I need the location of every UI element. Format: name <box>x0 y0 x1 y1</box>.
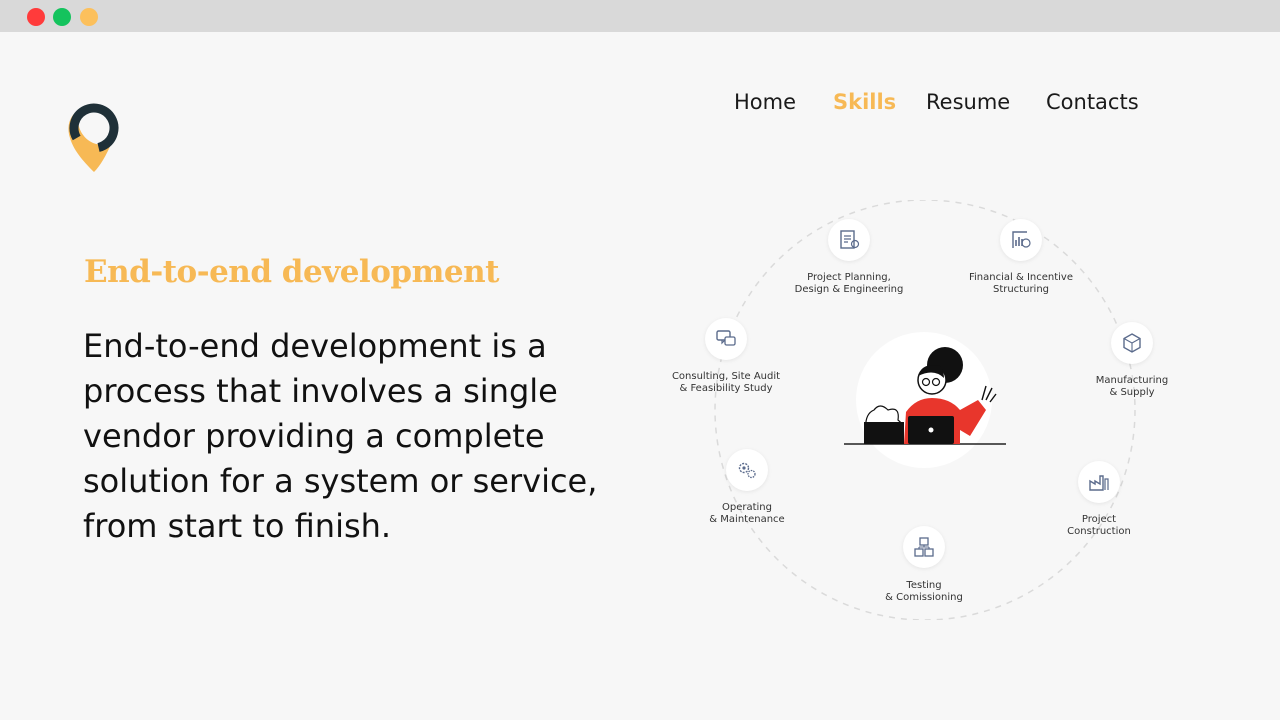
cube-network-icon <box>1111 322 1153 364</box>
person-with-laptop-illustration <box>844 332 1006 468</box>
nav-home[interactable]: Home <box>734 90 796 114</box>
section-description: End-to-end development is a process that… <box>83 327 598 545</box>
minimize-window-button[interactable] <box>80 8 98 26</box>
chat-icon <box>705 318 747 360</box>
section-heading: End-to-end development <box>84 254 499 290</box>
gears-icon <box>726 449 768 491</box>
maximize-window-button[interactable] <box>53 8 71 26</box>
finance-chart-icon <box>1000 219 1042 261</box>
node-label-operating: Operating & Maintenance <box>709 502 785 525</box>
close-window-button[interactable] <box>27 8 45 26</box>
node-label-construction: Project Construction <box>1067 514 1131 537</box>
nav-contacts[interactable]: Contacts <box>1046 90 1139 114</box>
blueprint-icon <box>828 219 870 261</box>
window-titlebar <box>0 0 1280 32</box>
nav-skills[interactable]: Skills <box>833 90 896 114</box>
process-diagram: Project Planning, Design & Engineering Fi… <box>660 200 1200 620</box>
node-label-testing: Testing & Comissioning <box>885 580 963 603</box>
factory-icon <box>1078 461 1120 503</box>
node-label-consulting: Consulting, Site Audit & Feasibility Stud… <box>671 371 781 394</box>
nav-resume[interactable]: Resume <box>926 90 1010 114</box>
node-label-manufacturing: Manufacturing & Supply <box>1095 375 1169 398</box>
main-nav: Home Skills Resume Contacts <box>0 90 1280 120</box>
boxes-icon <box>903 526 945 568</box>
node-label-planning: Project Planning, Design & Engineering <box>794 272 904 295</box>
node-label-financial: Financial & Incentive Structuring <box>969 272 1073 295</box>
